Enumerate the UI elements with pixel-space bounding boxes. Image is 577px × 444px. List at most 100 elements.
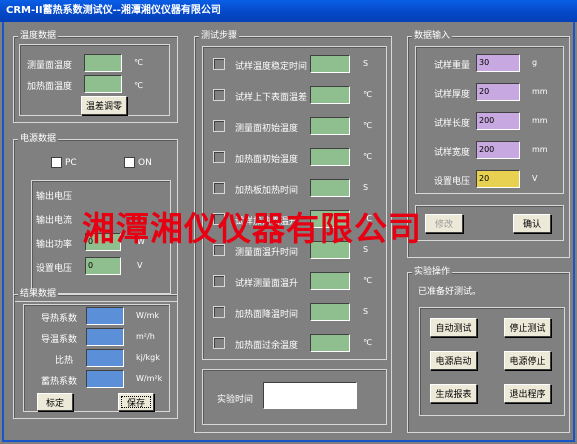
test-time-field bbox=[263, 382, 357, 409]
step-label-10: 加热面过余温度 bbox=[235, 341, 299, 351]
time-inner-box: 实验时间 bbox=[202, 369, 387, 425]
step-label-3: 测量面初始温度 bbox=[235, 124, 299, 134]
result-label-diffusivity: 导温系数 bbox=[41, 335, 78, 345]
step-field-10 bbox=[310, 334, 350, 352]
input-voltage-label: 设置电压 bbox=[434, 177, 471, 187]
step-unit-3: ℃ bbox=[363, 121, 372, 130]
weight-label: 试样重量 bbox=[434, 61, 471, 71]
operation-buttons-box: 自动测试 停止测试 电源启动 电源停止 生成报表 退出程序 bbox=[419, 307, 565, 416]
step-label-2: 试样上下表面温差 bbox=[235, 93, 308, 103]
operation-panel: 实验操作 已准备好测试。 自动测试 停止测试 电源启动 电源停止 生成报表 退出… bbox=[407, 267, 570, 433]
temp-zero-button[interactable]: 温差调零 bbox=[81, 96, 127, 115]
length-input[interactable]: 200 bbox=[476, 112, 520, 130]
step-unit-2: ℃ bbox=[363, 90, 372, 99]
step-unit-1: S bbox=[363, 59, 369, 68]
measure-temp-field bbox=[84, 54, 122, 72]
step-field-8 bbox=[310, 272, 350, 290]
pc-label: PC bbox=[65, 158, 77, 168]
step-field-2 bbox=[310, 86, 350, 104]
on-checkbox[interactable] bbox=[124, 157, 135, 168]
width-unit: mm bbox=[532, 145, 548, 154]
on-label: ON bbox=[138, 158, 152, 168]
step-checkbox-8[interactable] bbox=[213, 275, 225, 287]
result-unit-conductivity: W/mk bbox=[136, 311, 160, 320]
input-inner-box: 试样重量 30 g 试样厚度 20 mm 试样长度 200 mm 试样宽度 20… bbox=[415, 46, 564, 194]
save-button[interactable]: 保存 bbox=[118, 393, 154, 411]
result-label-specific-heat: 比热 bbox=[55, 356, 74, 366]
power-start-button[interactable]: 电源启动 bbox=[430, 351, 477, 370]
result-inner-box: 导热系数 W/mk 导温系数 m²/h 比热 kj/kgk 蓄热系数 W/m²k… bbox=[23, 304, 170, 412]
input-buttons-box: 修改 确认 bbox=[415, 205, 564, 241]
power-stop-button[interactable]: 电源停止 bbox=[504, 351, 551, 370]
power-panel-title: 电源数据 bbox=[18, 134, 59, 145]
step-unit-8: ℃ bbox=[363, 276, 372, 285]
result-unit-storage: W/m²k bbox=[136, 374, 163, 383]
result-label-conductivity: 导热系数 bbox=[41, 314, 78, 324]
step-field-4 bbox=[310, 148, 350, 166]
confirm-button[interactable]: 确认 bbox=[513, 214, 551, 233]
out-voltage-label: 输出电压 bbox=[36, 192, 73, 202]
step-checkbox-2[interactable] bbox=[213, 89, 225, 101]
company-watermark: 湘潭湘仪仪器有限公司 bbox=[82, 209, 422, 248]
temperature-inner-box: 测量面温度 ℃ 加热面温度 ℃ 温差调零 bbox=[19, 44, 170, 116]
result-field-specific-heat bbox=[86, 349, 124, 367]
step-checkbox-9[interactable] bbox=[213, 306, 225, 318]
result-panel-title: 结果数据 bbox=[18, 289, 59, 300]
thickness-label: 试样厚度 bbox=[434, 90, 471, 100]
weight-input[interactable]: 30 bbox=[476, 54, 520, 72]
input-voltage-unit: V bbox=[532, 174, 538, 183]
length-unit: mm bbox=[532, 116, 548, 125]
width-input[interactable]: 200 bbox=[476, 141, 520, 159]
step-unit-4: ℃ bbox=[363, 152, 372, 161]
step-unit-10: ℃ bbox=[363, 338, 372, 347]
length-label: 试样长度 bbox=[434, 119, 471, 129]
stop-test-button[interactable]: 停止测试 bbox=[504, 318, 551, 337]
temperature-panel: 温度数据 测量面温度 ℃ 加热面温度 ℃ 温差调零 bbox=[13, 31, 178, 123]
result-label-storage: 蓄热系数 bbox=[41, 377, 78, 387]
result-field-conductivity bbox=[86, 307, 124, 325]
width-label: 试样宽度 bbox=[434, 148, 471, 158]
step-checkbox-10[interactable] bbox=[213, 337, 225, 349]
step-label-8: 试样测量面温升 bbox=[235, 279, 299, 289]
thickness-unit: mm bbox=[532, 87, 548, 96]
step-label-1: 试样温度稳定时间 bbox=[235, 62, 308, 72]
input-panel: 数据输入 试样重量 30 g 试样厚度 20 mm 试样长度 200 mm 试样… bbox=[407, 31, 570, 258]
steps-panel-title: 测试步骤 bbox=[199, 31, 240, 42]
result-panel: 结果数据 导热系数 W/mk 导温系数 m²/h 比热 kj/kgk 蓄热系数 … bbox=[13, 289, 178, 419]
thickness-input[interactable]: 20 bbox=[476, 83, 520, 101]
heat-temp-field bbox=[84, 75, 122, 93]
generate-report-button[interactable]: 生成报表 bbox=[430, 384, 477, 403]
pc-checkbox[interactable] bbox=[51, 157, 62, 168]
result-unit-specific-heat: kj/kgk bbox=[136, 353, 160, 362]
step-field-3 bbox=[310, 117, 350, 135]
step-label-5: 加热板加热时间 bbox=[235, 186, 299, 196]
result-field-diffusivity bbox=[86, 328, 124, 346]
heat-temp-unit: ℃ bbox=[134, 81, 143, 90]
measure-temp-unit: ℃ bbox=[134, 58, 143, 67]
step-checkbox-1[interactable] bbox=[213, 58, 225, 70]
input-panel-title: 数据输入 bbox=[412, 31, 453, 42]
result-field-storage bbox=[86, 370, 124, 388]
test-time-label: 实验时间 bbox=[217, 395, 254, 405]
step-label-4: 加热面初始温度 bbox=[235, 155, 299, 165]
set-voltage-field: 0 bbox=[85, 257, 121, 275]
modify-button[interactable]: 修改 bbox=[425, 214, 463, 233]
heat-temp-label: 加热面温度 bbox=[27, 82, 73, 92]
step-unit-5: S bbox=[363, 183, 369, 192]
exit-program-button[interactable]: 退出程序 bbox=[504, 384, 551, 403]
calibrate-button[interactable]: 标定 bbox=[37, 393, 73, 411]
main-window: 温度数据 测量面温度 ℃ 加热面温度 ℃ 温差调零 电源数据 PC ON 输出电… bbox=[2, 22, 575, 442]
step-checkbox-5[interactable] bbox=[213, 182, 225, 194]
temperature-panel-title: 温度数据 bbox=[18, 31, 59, 42]
status-text: 已准备好测试。 bbox=[418, 287, 482, 297]
step-checkbox-3[interactable] bbox=[213, 120, 225, 132]
input-voltage-field[interactable]: 20 bbox=[476, 170, 520, 188]
step-checkbox-4[interactable] bbox=[213, 151, 225, 163]
step-field-9 bbox=[310, 303, 350, 321]
set-voltage-unit: V bbox=[137, 261, 143, 270]
window-title: CRM-II蓄热系数测试仪--湘潭湘仪仪器有限公司 bbox=[0, 0, 577, 22]
step-field-1 bbox=[310, 55, 350, 73]
auto-test-button[interactable]: 自动测试 bbox=[430, 318, 477, 337]
out-power-label: 输出功率 bbox=[36, 240, 73, 250]
weight-unit: g bbox=[532, 58, 538, 67]
